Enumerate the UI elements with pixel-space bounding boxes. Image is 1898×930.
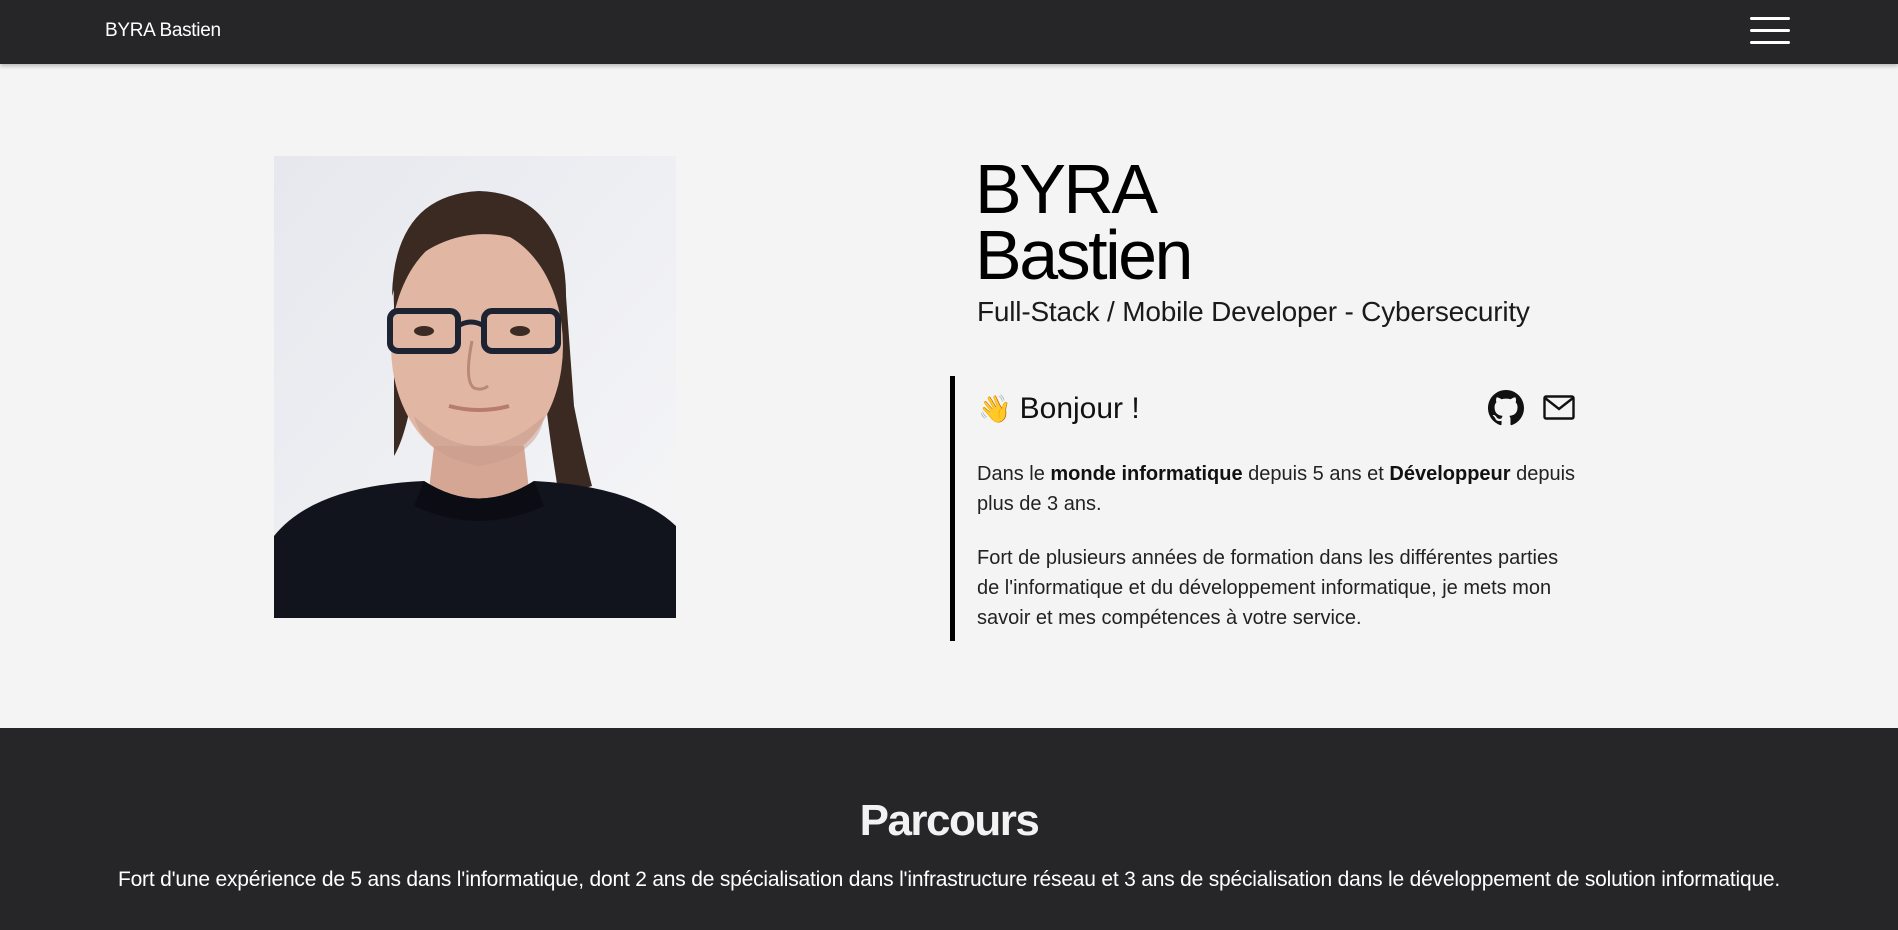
hero-subtitle: Full-Stack / Mobile Developer - Cybersec… [977,296,1530,327]
about-block: 👋 Bonjour ! Dans le monde informatique d… [950,376,1575,641]
parcours-description: Fort d'une expérience de 5 ans dans l'in… [117,868,1781,891]
parcours-title: Parcours [859,796,1040,845]
hero-section: BYRA Bastien Full-Stack / Mobile Develop… [0,64,1898,728]
greeting: 👋 Bonjour ! [978,392,1140,426]
parcours-section: Parcours Fort d'une expérience de 5 ans … [0,728,1898,930]
about-paragraph-2: Fort de plusieurs années de formation da… [977,547,1559,629]
hero-name-line1: BYRA [975,150,1158,228]
brand-link[interactable]: BYRA Bastien [105,20,221,42]
about-highlight: Développeur [1389,463,1511,485]
about-text: depuis 5 ans et [1242,463,1390,485]
greeting-text: Bonjour ! [1019,392,1140,425]
about-highlight: monde informatique [1050,463,1243,485]
menu-bar [1750,29,1790,32]
hamburger-menu-icon[interactable] [1750,16,1792,46]
about-paragraph-1: Dans le monde informatique depuis 5 ans … [977,459,1577,519]
menu-bar [1750,17,1790,20]
mail-icon[interactable] [1543,394,1575,422]
hero-name-line2: Bastien [975,216,1193,294]
hero-name: BYRA Bastien [975,150,1193,294]
navbar: BYRA Bastien [0,0,1898,64]
waving-hand-icon: 👋 [978,394,1012,424]
profile-photo [274,156,676,618]
about-text: Dans le [977,463,1051,485]
menu-bar [1750,41,1790,44]
github-icon[interactable] [1488,390,1524,426]
